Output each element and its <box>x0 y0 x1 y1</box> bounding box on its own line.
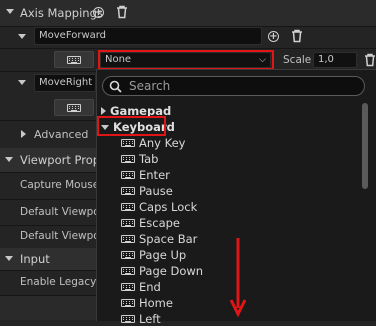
move-forward-name: MoveForward <box>39 30 107 41</box>
key-item[interactable]: Home <box>121 296 173 310</box>
key-item[interactable]: End <box>121 280 161 294</box>
keyboard-key-icon <box>121 219 135 227</box>
key-item[interactable]: Enter <box>121 168 170 182</box>
keyboard-key-icon <box>121 315 135 323</box>
add-axis-mapping-icon[interactable]: + <box>93 7 104 18</box>
key-select-highlight <box>98 50 274 70</box>
key-label: Left <box>139 312 161 326</box>
keyboard-key-icon <box>121 155 135 163</box>
key-label: Home <box>139 296 173 310</box>
keyboard-key-icon <box>121 235 135 243</box>
move-right-keyboard-button[interactable] <box>54 99 94 116</box>
key-item[interactable]: Caps Lock <box>121 200 197 214</box>
key-label: Page Up <box>139 248 187 262</box>
key-dropdown-panel: Search Gamepad Keyboard Any Key Tab Ente… <box>96 69 376 326</box>
move-right-expand-icon[interactable] <box>18 80 26 85</box>
key-label: Space Bar <box>139 232 198 246</box>
key-label: Pause <box>139 184 173 198</box>
keyboard-key-icon <box>121 299 135 307</box>
key-item[interactable]: Escape <box>121 216 180 230</box>
move-right-name-field[interactable]: MoveRight <box>34 74 96 92</box>
keyboard-category-highlight <box>97 116 166 136</box>
key-item[interactable]: Space Bar <box>121 232 197 246</box>
key-label: Enter <box>139 168 170 182</box>
move-forward-expand-icon[interactable] <box>18 34 26 39</box>
viewport-section-expand-icon[interactable] <box>5 157 13 162</box>
scale-label: Scale <box>283 54 312 66</box>
keyboard-key-icon <box>121 267 135 275</box>
key-label: Any Key <box>139 136 186 150</box>
advanced-expand-icon[interactable] <box>21 130 26 138</box>
property-label: Default Viewport <box>20 230 109 242</box>
keyboard-key-icon <box>121 171 135 179</box>
scroll-down-arrow-icon <box>230 238 246 318</box>
key-item[interactable]: Page Up <box>121 248 186 262</box>
key-item[interactable]: Any Key <box>121 136 185 150</box>
keyboard-icon <box>67 103 81 112</box>
move-forward-row: MoveForward + <box>0 27 376 47</box>
key-item[interactable]: Page Down <box>121 264 203 278</box>
axis-mappings-label: Axis Mappings <box>20 6 103 20</box>
axis-mappings-row: Axis Mappings + <box>0 0 376 26</box>
keyboard-key-icon <box>121 251 135 259</box>
key-search-placeholder: Search <box>129 79 171 93</box>
keyboard-key-icon <box>121 139 135 147</box>
keyboard-key-icon <box>121 283 135 291</box>
search-icon <box>109 80 122 93</box>
dropdown-scrollbar[interactable] <box>362 103 368 189</box>
key-label: End <box>139 280 161 294</box>
scale-input[interactable]: 1,0 <box>313 52 357 68</box>
move-forward-name-field[interactable]: MoveForward <box>34 27 262 45</box>
key-label: Escape <box>139 216 181 230</box>
input-section-expand-icon[interactable] <box>5 256 13 261</box>
keyboard-key-button[interactable] <box>54 51 94 68</box>
keyboard-key-icon <box>121 203 135 211</box>
delete-mapping-icon[interactable] <box>291 29 303 43</box>
delete-axis-mappings-icon[interactable] <box>116 5 128 19</box>
add-key-icon[interactable]: + <box>268 31 279 42</box>
key-search-input[interactable]: Search <box>102 76 365 96</box>
key-label: Caps Lock <box>139 200 198 214</box>
key-item[interactable]: Tab <box>121 152 158 166</box>
advanced-label: Advanced <box>34 128 89 141</box>
scale-value: 1,0 <box>318 54 334 65</box>
key-item[interactable]: Pause <box>121 184 173 198</box>
key-label: Tab <box>139 152 159 166</box>
axis-mappings-expand-icon[interactable] <box>6 9 14 14</box>
delete-key-icon[interactable] <box>364 53 376 67</box>
move-right-name: MoveRight <box>39 77 93 88</box>
keyboard-icon <box>67 55 81 64</box>
keyboard-key-icon <box>121 187 135 195</box>
gamepad-expand-icon[interactable] <box>101 107 106 115</box>
key-label: Page Down <box>139 264 204 278</box>
key-item[interactable]: Left <box>121 312 161 326</box>
property-label: Default Viewport <box>20 206 109 218</box>
input-section-label: Input <box>20 252 50 266</box>
